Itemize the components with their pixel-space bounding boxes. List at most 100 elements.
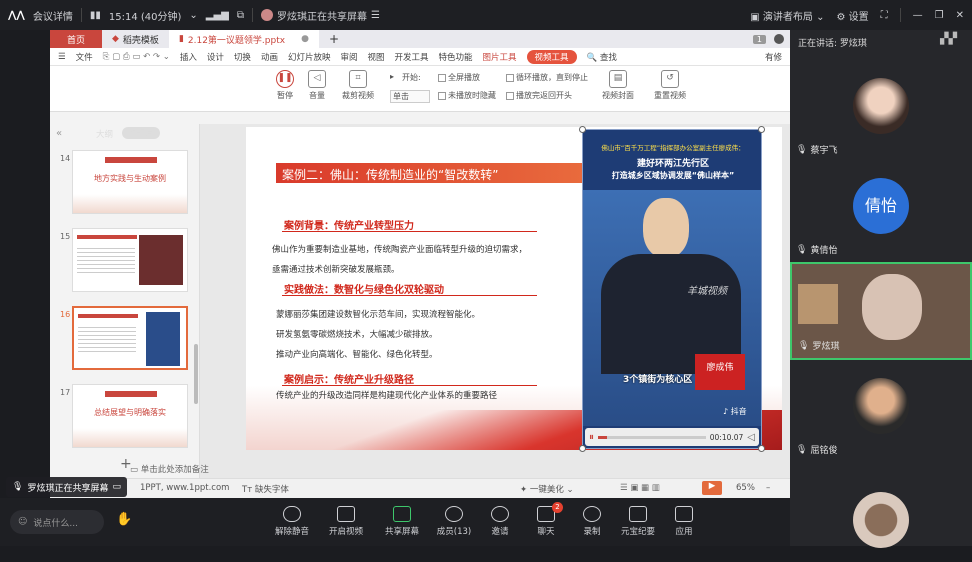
video-cover-button[interactable]: ▤ 视频封面 — [602, 70, 634, 101]
play-pause-icon[interactable]: ⏸ — [589, 432, 594, 443]
cover-icon: ▤ — [609, 70, 627, 88]
menu-review[interactable]: 审阅 — [340, 51, 357, 63]
meeting-timer[interactable]: 15:14 (40分钟) — [109, 8, 182, 23]
video-progress[interactable] — [598, 435, 706, 439]
new-tab-button[interactable]: + — [319, 30, 349, 48]
emoji-icon[interactable]: ☺ — [18, 517, 27, 527]
start-select[interactable]: 单击 — [390, 90, 430, 103]
participant-tile[interactable]: 🎙 蔡宇飞 — [790, 64, 972, 162]
resize-handle[interactable] — [579, 126, 586, 133]
menu-view[interactable]: 视图 — [367, 51, 384, 63]
thumb-video — [146, 312, 180, 366]
menu-picture-tools[interactable]: 图片工具 — [483, 51, 517, 63]
unmute-button[interactable]: 解除静音 — [272, 506, 312, 537]
menu-animation[interactable]: 动画 — [261, 51, 278, 63]
chevron-down-icon[interactable]: ⌄ — [189, 10, 197, 21]
participant-tile[interactable]: 倩怡 🎙 黄倩怡 — [790, 164, 972, 262]
apps-button[interactable]: 应用 — [664, 506, 704, 537]
resize-handle[interactable] — [579, 445, 586, 452]
view-mode-icons[interactable]: ☰ ▣ ▦ ▥ — [620, 483, 660, 493]
menu-features[interactable]: 特色功能 — [439, 51, 473, 63]
fullscreen-checkbox[interactable]: 全屏播放 — [438, 72, 480, 83]
zoom-out-icon[interactable]: – — [766, 483, 770, 493]
tab-document[interactable]: ▮ 2.12第一议题领学.pptx ● — [168, 30, 319, 48]
record-button[interactable]: 录制 — [572, 506, 612, 537]
resize-handle[interactable] — [758, 445, 765, 452]
thumb-scrollbar[interactable] — [194, 344, 198, 404]
settings-button[interactable]: ⚙ 设置 — [836, 8, 868, 23]
menu-icon[interactable]: ☰ — [371, 10, 380, 21]
pause-button[interactable]: ❚❚ 暂停 — [276, 70, 294, 101]
theme-name[interactable]: 1PPT, www.1ppt.com — [140, 483, 229, 493]
video-controls: ⏸ 00:10.07 ◁ — [585, 428, 759, 446]
participant-avatar: 倩怡 — [853, 178, 909, 234]
menu-transition[interactable]: 切换 — [234, 51, 251, 63]
close-icon[interactable]: ✕ — [956, 10, 964, 21]
rewind-checkbox[interactable]: 播放完返回开头 — [506, 90, 572, 101]
hide-checkbox[interactable]: 未播放时隐藏 — [438, 90, 496, 101]
chat-button[interactable]: 聊天 2 — [526, 502, 566, 537]
yuanbao-notes-button[interactable]: 元宝纪要 — [618, 506, 658, 537]
invite-button[interactable]: 邀请 — [480, 506, 520, 537]
participant-avatar — [853, 378, 909, 434]
participant-tile-active[interactable]: 🎙 罗炫琪 — [790, 262, 972, 360]
video-caption: 3个镇街为核心区 — [623, 375, 693, 385]
video-volume-icon[interactable]: ◁ — [747, 432, 755, 443]
quick-access-icons[interactable]: ⎘ ▢ ⎙ ▭ ↶ ↷ ⌄ — [103, 52, 170, 62]
embedded-video[interactable]: 佛山市“百千万工程”指挥部办公室副主任廖成伟： 建好环两江先行区 打造城乡区域协… — [579, 126, 765, 452]
play-slideshow-icon[interactable]: ▶ — [702, 481, 722, 495]
insight-text: 传统产业的升级改造同样是构建现代化产业体系的重要路径 — [276, 391, 498, 401]
meeting-info-button[interactable]: 会议详情 — [33, 8, 73, 23]
fullscreen-icon[interactable]: ⛶ — [881, 10, 888, 21]
wps-tab-strip: 首页 ◆ 稻壳模板 ▮ 2.12第一议题领学.pptx ● + 1 — [50, 30, 790, 48]
notes-placeholder[interactable]: ▭ 单击此处添加备注 — [130, 463, 209, 475]
popout-icon[interactable]: ⧉ — [237, 10, 244, 21]
restore-icon[interactable]: ❐ — [935, 10, 944, 21]
crop-video-button[interactable]: ⌗ 裁剪视频 — [342, 70, 374, 101]
share-indicator[interactable]: 罗炫琪正在共享屏幕 ☰ — [261, 8, 380, 23]
tab-outline[interactable]: 大纲 — [96, 128, 113, 140]
camera-off-icon — [337, 506, 355, 522]
tab-home[interactable]: 首页 — [50, 30, 102, 48]
chat-input[interactable]: ☺ 说点什么... — [10, 510, 104, 534]
slide-thumbnail-selected[interactable] — [72, 306, 188, 370]
menu-file[interactable]: 文件 — [76, 51, 93, 63]
wps-window-controls: 1 — [752, 30, 790, 48]
minimize-icon[interactable]: — — [913, 10, 923, 21]
participant-tile[interactable]: 🎙 屈铭俊 — [790, 364, 972, 462]
grid-view-icon[interactable]: ▞▞ — [940, 32, 957, 45]
menu-slideshow[interactable]: 幻灯片放映 — [288, 51, 331, 63]
menu-video-tools[interactable]: 视频工具 — [526, 49, 577, 64]
members-button[interactable]: 成员(13) — [434, 506, 474, 537]
loop-checkbox[interactable]: 循环播放，直到停止 — [506, 72, 588, 83]
hamburger-icon[interactable]: ☰ — [58, 52, 66, 62]
tab-template[interactable]: ◆ 稻壳模板 — [102, 30, 169, 48]
collapse-icon[interactable]: « — [56, 128, 62, 139]
beautify-button[interactable]: ✦ 一键美化 ⌄ — [520, 483, 574, 495]
participant-tile[interactable] — [790, 464, 972, 562]
thumb-number: 16 — [60, 310, 71, 319]
menu-design[interactable]: 设计 — [207, 51, 224, 63]
menu-insert[interactable]: 插入 — [180, 51, 197, 63]
zoom-level[interactable]: 65% — [736, 483, 755, 493]
slide-thumbnail[interactable]: 总结展望与明确落实 — [72, 384, 188, 448]
share-screen-icon — [393, 506, 411, 522]
search-button[interactable]: 🔍 查找 — [587, 51, 617, 63]
tab-slides[interactable]: 幻灯片 — [122, 127, 160, 139]
tab-close-icon[interactable]: ● — [301, 34, 309, 44]
reset-video-button[interactable]: ↺ 重置视频 — [654, 70, 686, 101]
video-button[interactable]: 开启视频 — [326, 506, 366, 537]
account-avatar[interactable] — [774, 34, 784, 44]
resize-handle[interactable] — [758, 126, 765, 133]
layout-button[interactable]: ▣ 演讲者布局 ⌄ — [750, 8, 824, 23]
network-icon: ▂▄▆ — [205, 9, 229, 21]
raise-hand-icon[interactable]: ✋ — [116, 512, 132, 527]
missing-font[interactable]: Tт 缺失字体 — [242, 483, 289, 495]
slide-thumbnail[interactable]: 地方实践与生动案例 — [72, 150, 188, 214]
volume-button[interactable]: ◁ 音量 — [308, 70, 326, 101]
menu-developer[interactable]: 开发工具 — [395, 51, 429, 63]
share-button[interactable]: 有修 — [765, 51, 782, 63]
slide-thumbnail[interactable] — [72, 228, 188, 292]
video-headline-3: 打造城乡区域协调发展“佛山样本” — [611, 171, 735, 180]
share-screen-button[interactable]: 共享屏幕 — [382, 506, 422, 537]
